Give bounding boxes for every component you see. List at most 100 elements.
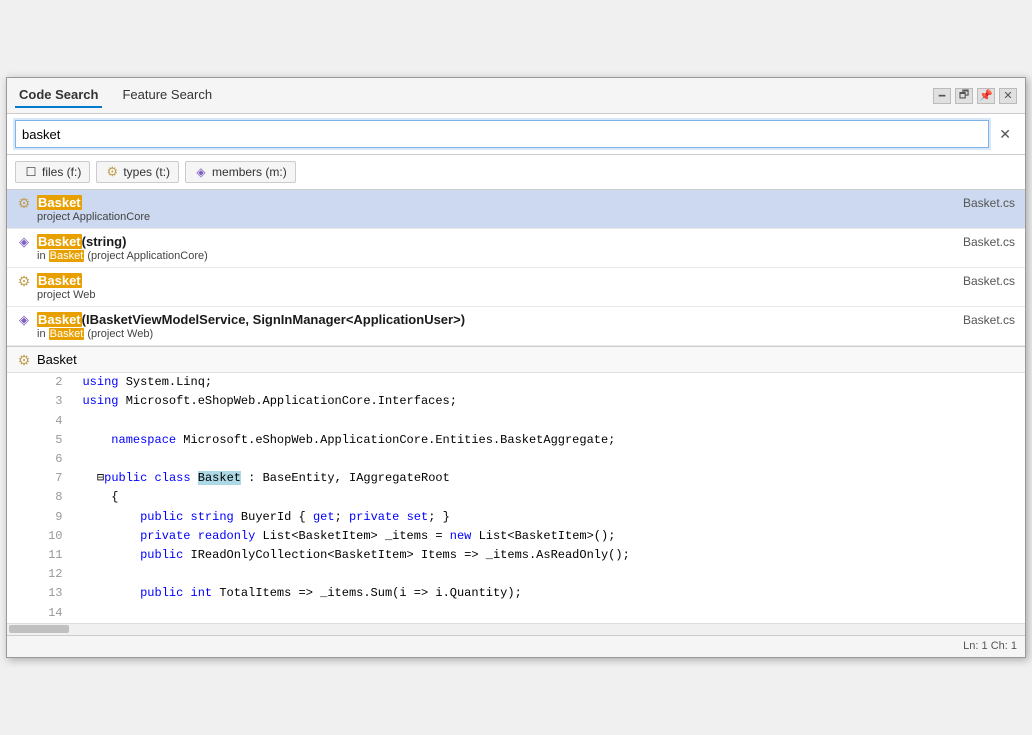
result-name: Basket: [37, 273, 82, 288]
line-code: private readonly List<BasketItem> _items…: [74, 527, 1025, 546]
table-row: 10 private readonly List<BasketItem> _it…: [7, 527, 1025, 546]
list-item[interactable]: ◈ Basket(IBasketViewModelService, SignIn…: [7, 307, 1025, 346]
line-code: {: [74, 488, 1025, 507]
filter-bar: ☐ files (f:) ⚙ types (t:) ◈ members (m:): [7, 155, 1025, 190]
result-file: Basket.cs: [963, 235, 1015, 249]
code-header-label: Basket: [37, 352, 77, 367]
table-row: 8 {: [7, 488, 1025, 507]
minimize-button[interactable]: 🗕: [933, 88, 951, 104]
cube-icon: ◈: [194, 165, 208, 179]
tab-feature-search[interactable]: Feature Search: [118, 83, 216, 108]
result-sub: project Web: [17, 289, 1015, 301]
title-tabs: Code Search Feature Search: [15, 83, 216, 108]
gear-icon: ⚙: [17, 274, 31, 288]
line-code: [74, 450, 1025, 469]
horizontal-scrollbar[interactable]: [7, 623, 1025, 635]
search-input[interactable]: [15, 120, 989, 148]
filter-types-label: types (t:): [123, 165, 170, 179]
table-row: 11 public IReadOnlyCollection<BasketItem…: [7, 546, 1025, 565]
table-row: 12: [7, 565, 1025, 584]
filter-members-label: members (m:): [212, 165, 287, 179]
cube-icon: ◈: [17, 313, 31, 327]
result-file: Basket.cs: [963, 313, 1015, 327]
line-code: using Microsoft.eShopWeb.ApplicationCore…: [74, 392, 1025, 411]
result-header: ◈ Basket(string) Basket.cs: [17, 234, 1015, 249]
line-number: 12: [7, 565, 74, 584]
file-icon: ☐: [24, 165, 38, 179]
table-row: 7 ⊟public class Basket : BaseEntity, IAg…: [7, 469, 1025, 488]
code-body[interactable]: 2 using System.Linq; 3 using Microsoft.e…: [7, 373, 1025, 622]
table-row: 2 using System.Linq;: [7, 373, 1025, 392]
filter-types-button[interactable]: ⚙ types (t:): [96, 161, 179, 183]
result-left: ◈ Basket(IBasketViewModelService, SignIn…: [17, 312, 465, 327]
result-sub: in Basket (project ApplicationCore): [17, 250, 1015, 262]
line-number: 11: [7, 546, 74, 565]
table-row: 3 using Microsoft.eShopWeb.ApplicationCo…: [7, 392, 1025, 411]
table-row: 5 namespace Microsoft.eShopWeb.Applicati…: [7, 431, 1025, 450]
search-clear-button[interactable]: ✕: [993, 124, 1017, 145]
line-number: 8: [7, 488, 74, 507]
gear-icon: ⚙: [17, 196, 31, 210]
list-item[interactable]: ⚙ Basket Basket.cs project ApplicationCo…: [7, 190, 1025, 229]
filter-members-button[interactable]: ◈ members (m:): [185, 161, 296, 183]
code-header: ⚙ Basket: [7, 347, 1025, 373]
line-number: 10: [7, 527, 74, 546]
result-file: Basket.cs: [963, 196, 1015, 210]
pin-button[interactable]: 📌: [977, 88, 995, 104]
table-row: 4: [7, 412, 1025, 431]
table-row: 6: [7, 450, 1025, 469]
search-bar: ✕: [7, 114, 1025, 155]
line-number: 3: [7, 392, 74, 411]
results-list: ⚙ Basket Basket.cs project ApplicationCo…: [7, 190, 1025, 347]
line-code: public IReadOnlyCollection<BasketItem> I…: [74, 546, 1025, 565]
code-table: 2 using System.Linq; 3 using Microsoft.e…: [7, 373, 1025, 622]
line-code: public string BuyerId { get; private set…: [74, 508, 1025, 527]
result-name: Basket: [37, 195, 82, 210]
table-row: 9 public string BuyerId { get; private s…: [7, 508, 1025, 527]
result-header: ⚙ Basket Basket.cs: [17, 195, 1015, 210]
line-code: [74, 565, 1025, 584]
cube-icon: ◈: [17, 235, 31, 249]
result-left: ⚙ Basket: [17, 195, 82, 210]
restore-button[interactable]: 🗗: [955, 88, 973, 104]
line-number: 2: [7, 373, 74, 392]
status-right: Ln: 1 Ch: 1: [963, 640, 1017, 652]
line-code: using System.Linq;: [74, 373, 1025, 392]
window-controls: 🗕 🗗 📌 ✕: [933, 88, 1017, 104]
tab-code-search[interactable]: Code Search: [15, 83, 102, 108]
filter-files-button[interactable]: ☐ files (f:): [15, 161, 90, 183]
code-preview: ⚙ Basket 2 using System.Linq; 3 using Mi…: [7, 347, 1025, 634]
result-left: ◈ Basket(string): [17, 234, 126, 249]
line-number: 4: [7, 412, 74, 431]
result-sub: in Basket (project Web): [17, 328, 1015, 340]
list-item[interactable]: ◈ Basket(string) Basket.cs in Basket (pr…: [7, 229, 1025, 268]
line-number: 5: [7, 431, 74, 450]
gear-icon: ⚙: [17, 353, 31, 367]
line-number: 14: [7, 604, 74, 623]
filter-files-label: files (f:): [42, 165, 81, 179]
result-name: Basket(IBasketViewModelService, SignInMa…: [37, 312, 465, 327]
result-name: Basket(string): [37, 234, 126, 249]
title-bar: Code Search Feature Search 🗕 🗗 📌 ✕: [7, 78, 1025, 114]
result-header: ◈ Basket(IBasketViewModelService, SignIn…: [17, 312, 1015, 327]
scrollbar-thumb[interactable]: [9, 625, 69, 633]
line-number: 9: [7, 508, 74, 527]
result-left: ⚙ Basket: [17, 273, 82, 288]
result-file: Basket.cs: [963, 274, 1015, 288]
close-button[interactable]: ✕: [999, 88, 1017, 104]
result-header: ⚙ Basket Basket.cs: [17, 273, 1015, 288]
result-sub: project ApplicationCore: [17, 211, 1015, 223]
line-code: ⊟public class Basket : BaseEntity, IAggr…: [74, 469, 1025, 488]
table-row: 13 public int TotalItems => _items.Sum(i…: [7, 584, 1025, 603]
status-bar: Ln: 1 Ch: 1: [7, 635, 1025, 657]
table-row: 14: [7, 604, 1025, 623]
main-window: Code Search Feature Search 🗕 🗗 📌 ✕ ✕ ☐ f…: [6, 77, 1026, 657]
line-code: public int TotalItems => _items.Sum(i =>…: [74, 584, 1025, 603]
list-item[interactable]: ⚙ Basket Basket.cs project Web: [7, 268, 1025, 307]
line-code: [74, 604, 1025, 623]
line-code: [74, 412, 1025, 431]
line-code: namespace Microsoft.eShopWeb.Application…: [74, 431, 1025, 450]
line-number: 6: [7, 450, 74, 469]
gear-icon: ⚙: [105, 165, 119, 179]
line-number: 13: [7, 584, 74, 603]
